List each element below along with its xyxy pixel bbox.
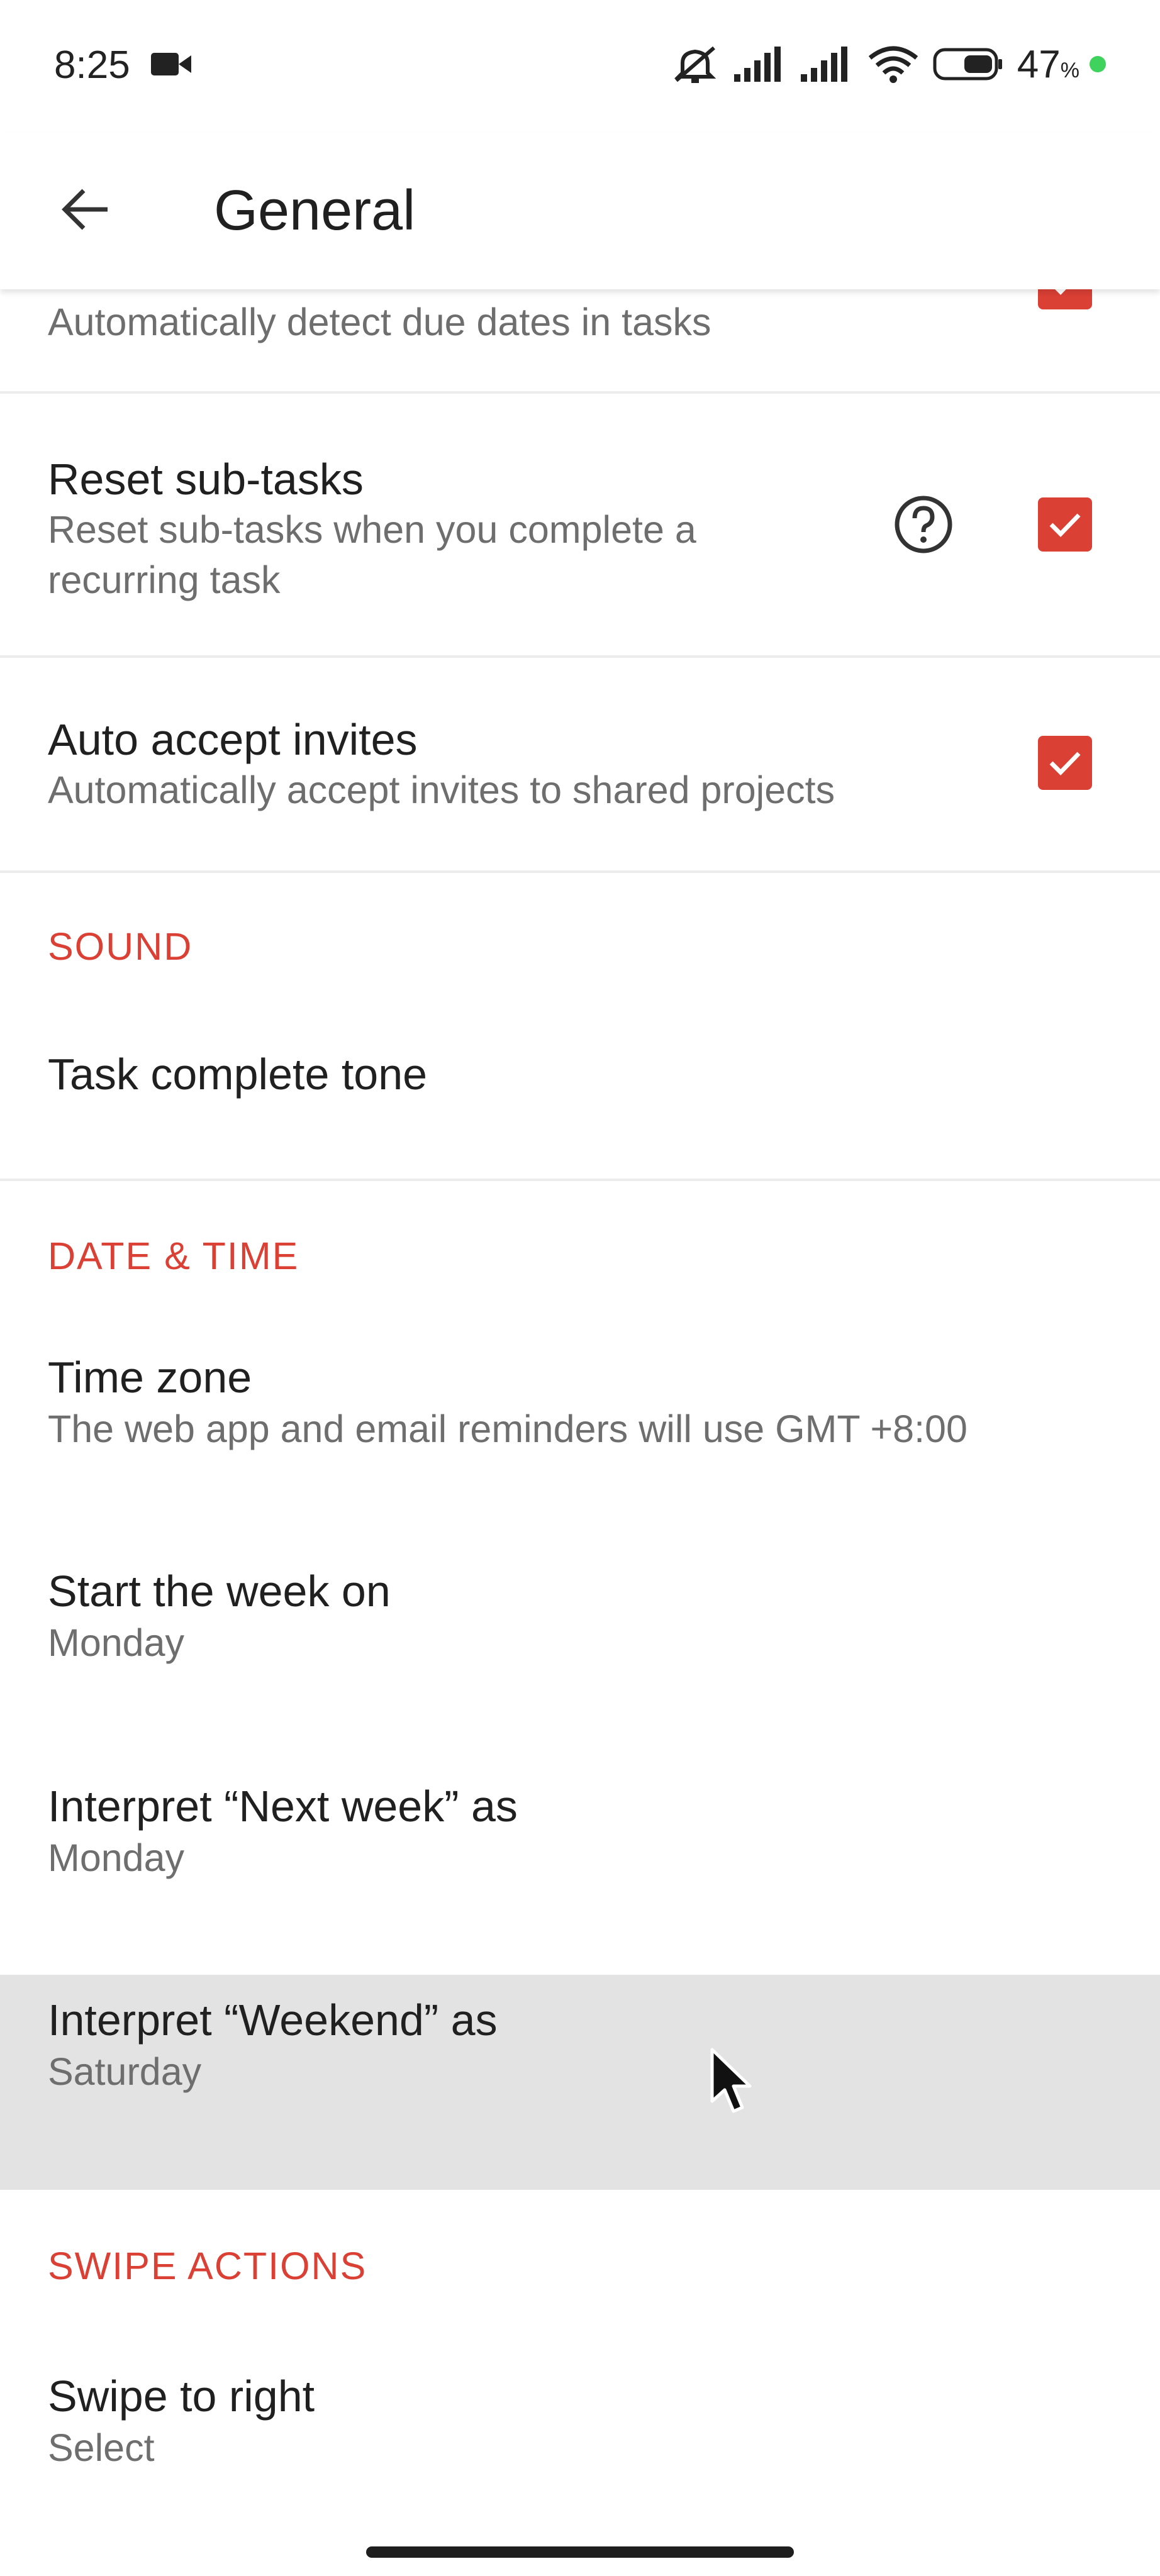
divider <box>0 1179 1160 1181</box>
auto-accept-title: Auto accept invites <box>48 715 418 764</box>
next-week-title: Interpret “Next week” as <box>48 1782 518 1831</box>
checkmark-icon <box>1049 752 1081 775</box>
setting-reset-subtasks[interactable]: Reset sub-tasks Reset sub-tasks when you… <box>0 394 1160 655</box>
setting-weekend[interactable]: Interpret “Weekend” as Saturday <box>0 1995 1160 2177</box>
signal-icon <box>800 47 847 82</box>
setting-start-week[interactable]: Start the week on Monday <box>0 1566 1160 1780</box>
back-button[interactable] <box>44 169 126 250</box>
status-bar: 8:25 47% <box>0 0 1160 132</box>
setting-smart-date[interactable]: Automatically detect due dates in tasks <box>0 289 1160 391</box>
time-zone-subtitle: The web app and email reminders will use… <box>48 1407 968 1450</box>
weekend-title: Interpret “Weekend” as <box>48 1996 498 2045</box>
charging-dot-icon <box>1090 56 1106 72</box>
checkmark-icon <box>1055 289 1066 295</box>
swipe-right-subtitle: Select <box>48 2426 155 2469</box>
section-header-swipe-actions: SWIPE ACTIONS <box>48 2245 367 2287</box>
setting-swipe-right[interactable]: Swipe to right Select <box>0 2371 1160 2560</box>
setting-auto-accept[interactable]: Auto accept invites Automatically accept… <box>0 658 1160 872</box>
divider <box>0 870 1160 873</box>
page-title: General <box>214 179 416 242</box>
setting-time-zone[interactable]: Time zone The web app and email reminder… <box>0 1352 1160 1566</box>
weekend-subtitle: Saturday <box>48 2050 202 2093</box>
help-circle-icon[interactable] <box>893 494 954 555</box>
auto-accept-checkbox[interactable] <box>1038 736 1092 790</box>
status-time: 8:25 <box>54 43 130 87</box>
setting-next-week[interactable]: Interpret “Next week” as Monday <box>0 1781 1160 1995</box>
mouse-cursor-icon <box>710 2048 752 2113</box>
smart-date-subtitle: Automatically detect due dates in tasks <box>48 301 711 343</box>
reset-subtasks-title: Reset sub-tasks <box>48 455 364 504</box>
swipe-right-title: Swipe to right <box>48 2372 315 2421</box>
app-bar: General <box>0 132 1160 289</box>
section-header-date-time: DATE & TIME <box>48 1235 299 1277</box>
mute-icon <box>674 46 717 83</box>
arrow-left-icon <box>62 189 108 230</box>
next-week-subtitle: Monday <box>48 1836 185 1879</box>
checkmark-icon <box>1049 513 1081 537</box>
home-indicator[interactable] <box>366 2546 794 2558</box>
start-week-subtitle: Monday <box>48 1621 185 1664</box>
setting-task-complete-tone[interactable]: Task complete tone <box>0 1006 1160 1176</box>
task-complete-tone-title: Task complete tone <box>48 1050 428 1099</box>
time-zone-title: Time zone <box>48 1353 252 1402</box>
battery-icon <box>933 48 1002 80</box>
start-week-title: Start the week on <box>48 1567 391 1616</box>
reset-subtasks-checkbox[interactable] <box>1038 497 1092 552</box>
signal-icon <box>733 47 781 82</box>
status-icons: 47% <box>670 42 1106 87</box>
reset-subtasks-subtitle: Reset sub-tasks when you complete a recu… <box>48 508 696 601</box>
section-header-sound: SOUND <box>48 925 193 968</box>
smart-date-checkbox[interactable] <box>1038 289 1092 309</box>
auto-accept-subtitle: Automatically accept invites to shared p… <box>48 769 835 811</box>
battery-percent: 47% <box>1017 42 1079 86</box>
video-camera-icon <box>151 53 191 75</box>
wifi-icon <box>868 46 918 83</box>
settings-list[interactable]: Automatically detect due dates in tasks … <box>0 289 1160 2576</box>
